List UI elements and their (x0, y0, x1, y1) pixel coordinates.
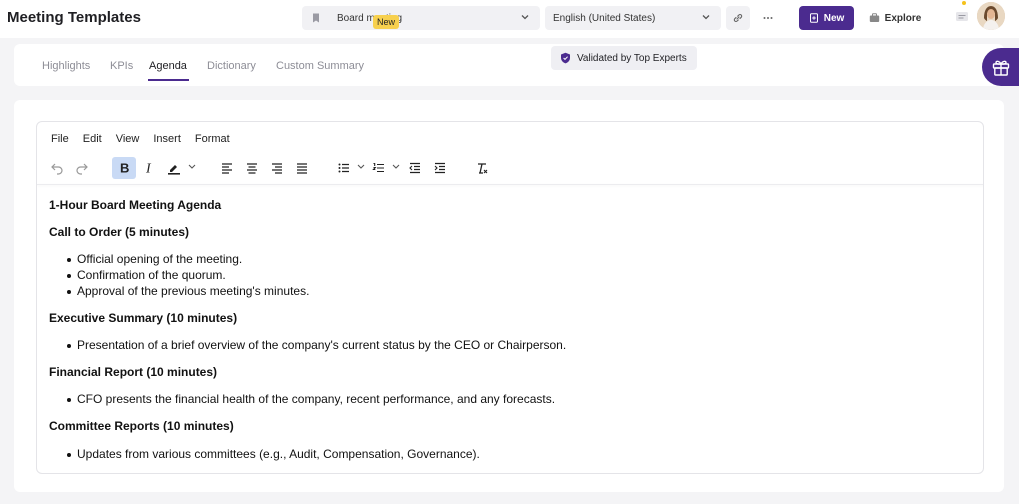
align-left-icon (222, 163, 232, 174)
list-item: Approval of the previous meeting's minut… (66, 284, 310, 298)
numbered-list-icon (372, 162, 384, 173)
indent-button[interactable] (428, 157, 452, 179)
more-options-button[interactable] (756, 6, 780, 30)
validated-label: Validated by Top Experts (577, 52, 687, 64)
briefcase-icon (869, 13, 879, 22)
redo-icon (76, 163, 88, 175)
menu-insert[interactable]: Insert (153, 133, 181, 145)
explore-button-label: Explore (884, 12, 922, 24)
more-horizontal-icon (763, 17, 773, 19)
top-bar: Meeting Templates Board meeting English … (0, 0, 1019, 38)
numbered-list-button[interactable] (367, 157, 391, 179)
outdent-button[interactable] (403, 157, 427, 179)
align-right-button[interactable] (265, 157, 289, 179)
align-right-icon (272, 163, 282, 174)
link-icon (733, 14, 743, 22)
svg-text:I: I (145, 162, 152, 176)
italic-button[interactable]: I (137, 157, 161, 179)
indent-icon (434, 162, 445, 174)
editor-toolbar: B I (37, 154, 983, 184)
list-item: CFO presents the financial health of the… (66, 392, 556, 406)
tab-agenda[interactable]: Agenda (149, 60, 187, 72)
bold-button[interactable]: B (112, 157, 136, 179)
undo-icon (51, 163, 63, 175)
svg-text:B: B (120, 161, 129, 175)
copy-link-button[interactable] (726, 6, 750, 30)
new-document-icon (809, 13, 818, 23)
rich-text-editor[interactable]: File Edit View Insert Format B I 1-Hour … (36, 121, 984, 474)
document-title: 1-Hour Board Meeting Agenda (49, 198, 222, 212)
clear-format-icon (478, 163, 488, 174)
bullet-list-button[interactable] (332, 157, 356, 179)
gift-button[interactable] (982, 48, 1019, 86)
app-title: Meeting Templates (7, 9, 141, 26)
bold-icon: B (120, 161, 129, 175)
list-item: Confirmation of the quorum. (67, 268, 226, 282)
validated-tooltip: Validated by Top Experts (551, 46, 697, 70)
template-select[interactable]: Board meeting (302, 6, 540, 30)
menu-file[interactable]: File (51, 133, 69, 145)
tab-custom-summary[interactable]: Custom Summary (276, 60, 364, 72)
menu-view[interactable]: View (116, 133, 140, 145)
undo-button[interactable] (45, 157, 69, 179)
menu-format[interactable]: Format (195, 133, 230, 145)
gift-icon (992, 60, 1010, 76)
shield-check-icon (561, 52, 570, 64)
clear-format-button[interactable] (470, 157, 494, 179)
user-avatar-icon (977, 2, 1005, 30)
align-center-icon (247, 163, 257, 174)
chevron-down-icon (521, 15, 529, 20)
list-item: Presentation of a brief overview of the … (66, 338, 567, 352)
editor-menubar: File Edit View Insert Format (51, 133, 244, 145)
tab-highlights[interactable]: Highlights (42, 60, 90, 72)
new-button[interactable]: New (799, 6, 854, 30)
section-heading: Call to Order (5 minutes) (49, 225, 190, 239)
highlight-icon (168, 165, 180, 175)
chevron-down-icon[interactable] (357, 164, 365, 170)
align-justify-button[interactable] (290, 157, 314, 179)
active-tab-indicator (148, 79, 189, 81)
redo-button[interactable] (70, 157, 94, 179)
tab-dictionary[interactable]: Dictionary (207, 60, 256, 72)
tabs-bar: Highlights KPIs Agenda Dictionary Custom… (14, 44, 1004, 86)
avatar[interactable] (977, 2, 1005, 30)
new-badge: New (373, 15, 400, 29)
list-item: Updates from various committees (e.g., A… (67, 447, 480, 461)
menu-edit[interactable]: Edit (83, 133, 102, 145)
chevron-down-icon[interactable] (188, 164, 196, 170)
align-left-button[interactable] (215, 157, 239, 179)
section-heading: Committee Reports (10 minutes) (49, 419, 234, 433)
align-justify-icon (297, 163, 307, 174)
notification-icon[interactable] (954, 9, 970, 25)
bookmark-icon (313, 13, 319, 23)
new-button-label: New (823, 12, 845, 24)
bullet-list-icon (338, 163, 349, 173)
section-heading: Executive Summary (10 minutes) (49, 311, 238, 325)
highlight-button[interactable] (162, 157, 186, 179)
chevron-down-icon[interactable] (392, 164, 400, 170)
italic-icon: I (145, 162, 152, 176)
align-center-button[interactable] (240, 157, 264, 179)
list-item: Official opening of the meeting. (66, 252, 243, 266)
language-select[interactable]: English (United States) (545, 6, 721, 30)
notification-dot (962, 1, 966, 5)
tab-kpis[interactable]: KPIs (110, 60, 133, 72)
section-heading: Financial Report (10 minutes) (49, 365, 218, 379)
toolbar-divider (37, 184, 983, 185)
language-select-value: English (United States) (553, 12, 656, 24)
outdent-icon (409, 162, 420, 174)
explore-button[interactable]: Explore (862, 6, 928, 30)
chevron-down-icon (702, 15, 710, 20)
